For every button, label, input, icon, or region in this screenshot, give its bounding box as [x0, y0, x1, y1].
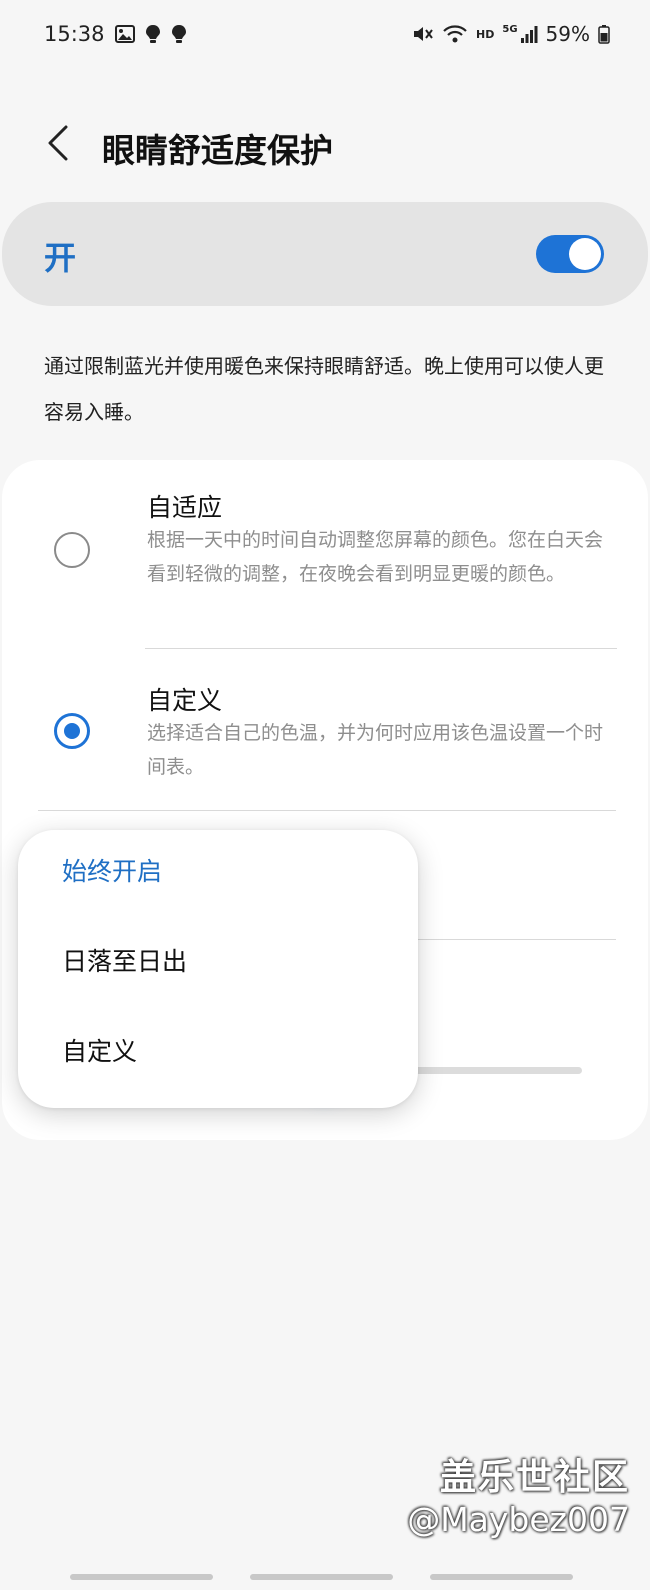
divider — [38, 810, 616, 811]
option-description: 根据一天中的时间自动调整您屏幕的颜色。您在白天会看到轻微的调整，在夜晚会看到明显… — [147, 529, 604, 585]
nav-home-button[interactable] — [250, 1574, 393, 1580]
feature-description: 通过限制蓝光并使用暖色来保持眼睛舒适。晚上使用可以使人更容易入睡。 — [44, 354, 604, 424]
wifi-icon — [442, 24, 468, 44]
status-left: 15:38 — [44, 22, 187, 46]
radio-custom[interactable] — [54, 713, 90, 749]
chevron-left-icon — [47, 125, 69, 165]
toggle-knob — [569, 238, 601, 270]
nav-recent-button[interactable] — [70, 1574, 213, 1580]
master-toggle[interactable] — [536, 235, 604, 273]
popup-item-always-on[interactable]: 始终开启 — [62, 852, 162, 888]
battery-percent: 59% — [545, 22, 590, 46]
master-switch-label: 开 — [44, 239, 77, 277]
option-title: 自定义 — [147, 686, 223, 715]
gallery-icon — [114, 25, 135, 43]
status-bar: 15:38 HD 5G 59% — [0, 0, 650, 70]
mute-icon — [412, 24, 434, 44]
hd-label: HD — [476, 27, 495, 41]
page-title: 眼睛舒适度保护 — [102, 131, 333, 170]
popup-item-sunset-to-sunrise[interactable]: 日落至日出 — [62, 942, 187, 978]
schedule-dropdown-popup: 始终开启 日落至日出 自定义 — [18, 830, 418, 1108]
option-adaptive[interactable]: 自适应 根据一天中的时间自动调整您屏幕的颜色。您在白天会看到轻微的调整，在夜晚会… — [2, 460, 648, 648]
battery-icon — [598, 24, 610, 44]
divider — [412, 939, 616, 940]
header: 眼睛舒适度保护 — [0, 110, 650, 180]
bulb-icon — [145, 24, 161, 44]
option-description: 选择适合自己的色温，并为何时应用该色温设置一个时间表。 — [147, 722, 604, 778]
status-time: 15:38 — [44, 22, 105, 46]
option-custom[interactable]: 自定义 选择适合自己的色温，并为何时应用该色温设置一个时间表。 — [2, 649, 648, 809]
master-switch-row[interactable]: 开 — [2, 202, 648, 306]
radio-adaptive[interactable] — [54, 532, 90, 568]
bulb-icon-2 — [171, 24, 187, 44]
back-button[interactable] — [38, 122, 78, 168]
popup-item-custom[interactable]: 自定义 — [62, 1032, 137, 1068]
watermark-user: @Maybez007 — [407, 1500, 630, 1539]
status-right: HD 5G 59% — [412, 22, 610, 46]
signal-icon — [520, 24, 538, 44]
nav-back-button[interactable] — [430, 1574, 573, 1580]
network-5g-label: 5G — [502, 23, 518, 35]
option-title: 自适应 — [147, 493, 223, 522]
watermark-community: 盖乐世社区 — [439, 1457, 630, 1498]
